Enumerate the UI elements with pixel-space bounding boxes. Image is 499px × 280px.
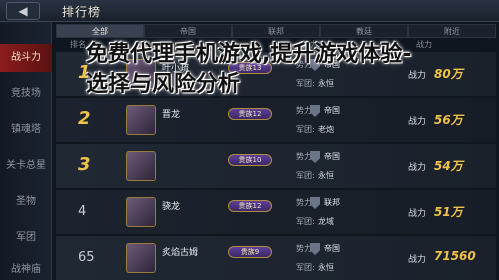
- noble-badge: 贵族9: [228, 246, 272, 258]
- legion-label: 军团:: [296, 171, 315, 180]
- overlay-headline: 免费代理手机游戏,提升游戏体验-选择与风险分析: [86, 42, 412, 97]
- tab-empire[interactable]: 帝国: [144, 24, 232, 38]
- sidebar-item-power[interactable]: 战斗力: [0, 44, 52, 72]
- power-value: 56万: [434, 113, 463, 127]
- table-row[interactable]: 2 晋龙 贵族12 势力: 帝国 军团: 老炮 战力 56万: [56, 98, 496, 143]
- power-value: 71560: [434, 249, 476, 263]
- faction-value: 帝国: [324, 106, 340, 115]
- faction-filter-tabs: 全部 帝国 联邦 教廷 附近: [56, 24, 496, 38]
- sidebar: 战斗力 竞技场 镇魂塔 关卡总星 圣物 军团 战神庙: [0, 22, 52, 280]
- sidebar-item-arena[interactable]: 竞技场: [0, 80, 52, 108]
- legion-value: 老炮: [318, 125, 334, 134]
- noble-badge: 贵族12: [228, 108, 272, 120]
- col-rank: 排名: [70, 40, 86, 49]
- power-label: 战力: [408, 117, 427, 127]
- legion-label: 军团:: [296, 125, 315, 134]
- rank-number: 2: [78, 108, 91, 129]
- table-row[interactable]: 65 炙焰古姆 贵族9 势力: 帝国 军团: 永恒 战力 71560: [56, 236, 496, 280]
- tab-nearby[interactable]: 附近: [408, 24, 496, 38]
- player-name: 晋龙: [162, 110, 181, 120]
- tab-federation[interactable]: 联邦: [232, 24, 320, 38]
- legion-label: 军团:: [296, 263, 315, 272]
- top-bar: ◀ 排行榜: [0, 0, 499, 22]
- power-label: 战力: [408, 163, 427, 173]
- power-value: 54万: [434, 159, 463, 173]
- tab-all[interactable]: 全部: [56, 24, 144, 38]
- rank-number: 4: [78, 204, 87, 219]
- power-value: 80万: [434, 67, 463, 81]
- avatar: [126, 243, 156, 273]
- sidebar-item-tower[interactable]: 镇魂塔: [0, 116, 52, 144]
- legion-value: 永恒: [318, 171, 334, 180]
- faction-value: 帝国: [324, 152, 340, 161]
- legion-value: 龙域: [318, 217, 334, 226]
- legion-label: 军团:: [296, 217, 315, 226]
- faction-value: 帝国: [324, 244, 340, 253]
- sidebar-item-legion[interactable]: 军团: [0, 224, 52, 252]
- sidebar-item-stars[interactable]: 关卡总星: [0, 152, 52, 180]
- tab-church[interactable]: 教廷: [320, 24, 408, 38]
- player-name: 炙焰古姆: [162, 248, 199, 258]
- avatar: [126, 197, 156, 227]
- power-label: 战力: [408, 209, 427, 219]
- page-title: 排行榜: [62, 5, 102, 19]
- sidebar-item-relic[interactable]: 圣物: [0, 188, 52, 216]
- noble-badge: 贵族12: [228, 200, 272, 212]
- power-label: 战力: [408, 255, 427, 265]
- power-value: 51万: [434, 205, 463, 219]
- avatar: [126, 151, 156, 181]
- back-button[interactable]: ◀: [6, 2, 40, 20]
- player-name: 骁龙: [162, 202, 181, 212]
- rank-number: 65: [78, 250, 95, 265]
- legion-value: 永恒: [318, 263, 334, 272]
- faction-value: 联邦: [324, 198, 340, 207]
- table-row[interactable]: 4 骁龙 贵族12 势力: 联邦 军团: 龙域 战力 51万: [56, 190, 496, 235]
- noble-badge: 贵族10: [228, 154, 272, 166]
- sidebar-item-temple[interactable]: 战神庙: [0, 256, 52, 280]
- avatar: [126, 105, 156, 135]
- rank-number: 3: [78, 154, 91, 175]
- table-row[interactable]: 3 贵族10 势力: 帝国 军团: 永恒 战力 54万: [56, 144, 496, 189]
